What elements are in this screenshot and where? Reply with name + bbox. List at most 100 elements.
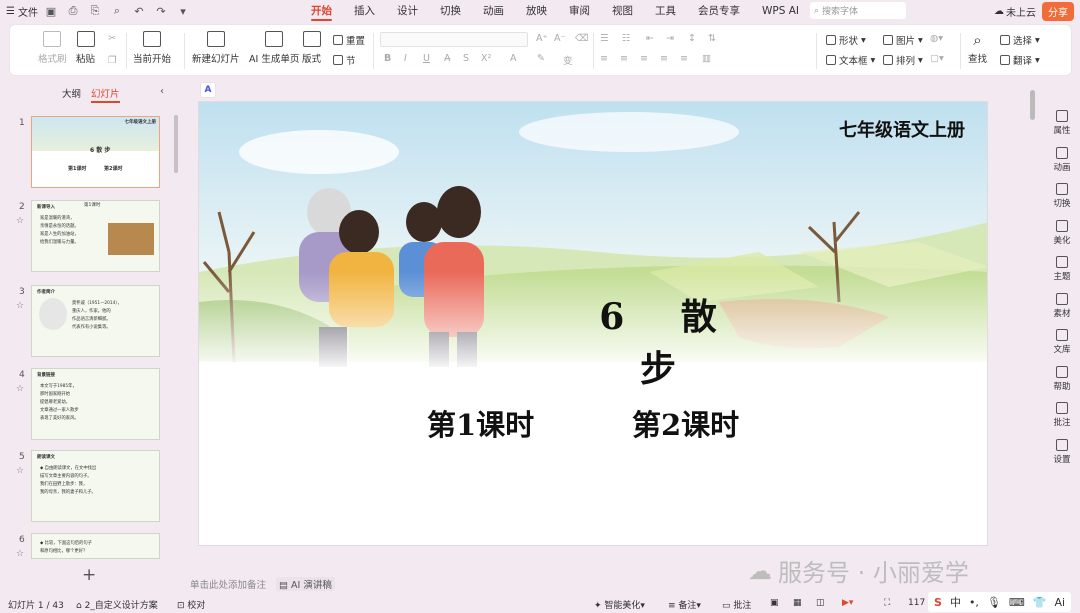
- rightbar-item-1[interactable]: 动画: [1044, 146, 1080, 173]
- copy-icon[interactable]: ❐: [108, 55, 117, 66]
- section-button[interactable]: 节: [333, 53, 356, 67]
- align-left-icon[interactable]: ≡: [600, 53, 608, 64]
- distribute-icon[interactable]: ≡: [680, 53, 688, 64]
- font-search-input[interactable]: ⌕ 搜索字体: [810, 2, 906, 19]
- find-button[interactable]: ⌕ 查找: [968, 31, 987, 65]
- microphone-icon[interactable]: 🎙: [987, 596, 1001, 609]
- shadow-icon[interactable]: S: [463, 53, 469, 64]
- ai-speech-button[interactable]: ▤ AI 演讲稿: [276, 577, 335, 591]
- shape-button[interactable]: 形状 ▾: [826, 33, 866, 47]
- rightbar-item-6[interactable]: 文库: [1044, 329, 1080, 355]
- text-direction-icon[interactable]: ⇅: [708, 33, 716, 44]
- fill-icon[interactable]: ◍▾: [930, 33, 943, 44]
- undo-icon[interactable]: ↶: [130, 2, 148, 20]
- font-color-icon[interactable]: A: [510, 53, 517, 64]
- redo-icon[interactable]: ↷: [152, 2, 170, 20]
- slide-thumbnail[interactable]: 朗读课文 ◆ 自由朗读课文，在文中找出 描写文章主要内容的句子。 我们在田野上散步：我…: [31, 450, 160, 522]
- quick-access-more-icon[interactable]: ▾: [174, 2, 192, 20]
- bold-icon[interactable]: B: [384, 53, 391, 64]
- smart-beautify-button[interactable]: ✦ 智能美化▾: [594, 598, 645, 611]
- print-preview-icon[interactable]: ⌕: [108, 2, 126, 20]
- rightbar-item-5[interactable]: 素材: [1044, 292, 1080, 319]
- slideshow-play-icon[interactable]: ▶▾: [842, 598, 853, 608]
- start-from-current-button[interactable]: 当前开始: [133, 31, 171, 65]
- canvas-scrollbar[interactable]: [1030, 90, 1035, 120]
- align-center-icon[interactable]: ≡: [620, 53, 628, 64]
- numbered-list-icon[interactable]: ☷: [622, 33, 631, 44]
- outline-icon[interactable]: ▢▾: [930, 53, 944, 64]
- ime-ai-icon[interactable]: Ai: [1055, 596, 1066, 609]
- rightbar-item-2[interactable]: 切换: [1044, 183, 1080, 209]
- align-right-icon[interactable]: ≡: [640, 53, 648, 64]
- clear-format-icon[interactable]: ⌫: [575, 33, 588, 44]
- increase-indent-icon[interactable]: ⇥: [666, 33, 674, 44]
- line-spacing-icon[interactable]: ↕: [688, 33, 696, 44]
- decrease-font-icon[interactable]: A⁻: [554, 33, 566, 44]
- bullet-list-icon[interactable]: ☰: [600, 33, 609, 44]
- font-family-select[interactable]: [380, 32, 528, 47]
- tab-2[interactable]: 设计: [386, 0, 429, 22]
- lesson-2-link[interactable]: 第2课时: [632, 402, 739, 444]
- select-button[interactable]: 选择 ▾: [1000, 33, 1040, 47]
- phonetic-icon[interactable]: 变: [563, 53, 573, 67]
- format-painter-button[interactable]: 格式刷: [38, 31, 67, 65]
- slide-sorter-icon[interactable]: ▦: [793, 598, 802, 608]
- keyboard-icon[interactable]: ⌨: [1009, 596, 1025, 609]
- tab-outline[interactable]: 大纲: [62, 86, 81, 103]
- collapse-panel-icon[interactable]: ‹: [160, 86, 164, 97]
- cut-icon[interactable]: ✂: [108, 33, 116, 44]
- reset-button[interactable]: 重置: [333, 33, 365, 47]
- tab-7[interactable]: 视图: [601, 0, 644, 22]
- print-icon[interactable]: ⎘: [86, 2, 104, 20]
- add-slide-button[interactable]: +: [82, 565, 96, 585]
- reading-view-icon[interactable]: ◫: [816, 598, 825, 608]
- strikethrough-icon[interactable]: A̶: [444, 53, 451, 64]
- slide-thumbnail[interactable]: 作者简介 莫怀戚（1951—2014）， 重庆人，作家。他的 作品语言清新细腻。 代表作…: [31, 285, 160, 357]
- rightbar-item-9[interactable]: 设置: [1044, 438, 1080, 465]
- text-highlight-icon[interactable]: ✎: [537, 53, 545, 64]
- picture-button[interactable]: 图片 ▾: [883, 33, 923, 47]
- fit-window-icon[interactable]: ⛶: [884, 598, 890, 608]
- tab-3[interactable]: 切换: [429, 0, 472, 22]
- rightbar-item-7[interactable]: 帮助: [1044, 365, 1080, 392]
- file-menu-button[interactable]: ☰ 文件: [6, 4, 38, 19]
- translate-button[interactable]: 翻译 ▾: [1000, 53, 1040, 67]
- new-slide-button[interactable]: 新建幻灯片: [192, 31, 240, 65]
- cloud-status-button[interactable]: ☁ 未上云: [994, 4, 1036, 19]
- tab-5[interactable]: 放映: [515, 0, 558, 22]
- share-button[interactable]: 分享: [1042, 2, 1074, 21]
- tab-0[interactable]: 开始: [300, 0, 343, 22]
- tab-1[interactable]: 插入: [343, 0, 386, 22]
- skin-icon[interactable]: 👕: [1033, 596, 1047, 609]
- panel-scrollbar[interactable]: [174, 115, 178, 173]
- tab-4[interactable]: 动画: [472, 0, 515, 22]
- comments-toggle-button[interactable]: ▭ 批注: [722, 598, 751, 611]
- slide-thumbnail[interactable]: 新课导入 第1课时 家是温暖的港湾， 亲情是永恒的话题。 家是人生的加油站， 给我们温暖与…: [31, 200, 160, 272]
- columns-icon[interactable]: ▥: [702, 53, 711, 64]
- rightbar-item-8[interactable]: 批注: [1044, 402, 1080, 428]
- slide-thumbnail[interactable]: 七年级语文上册 6 散 步第1课时 第2课时: [31, 116, 160, 188]
- tab-6[interactable]: 审阅: [558, 0, 601, 22]
- arrange-button[interactable]: 排列 ▾: [883, 53, 923, 67]
- ime-language[interactable]: 中: [950, 594, 961, 610]
- slide-thumbnail[interactable]: ◆ 比较，下面这句后的句子 和原句相比，哪个更好？: [31, 533, 160, 559]
- theme-name[interactable]: ⌂ 2_自定义设计方案: [76, 598, 158, 611]
- italic-icon[interactable]: I: [404, 53, 407, 64]
- normal-view-icon[interactable]: ▣: [770, 598, 779, 608]
- textbox-button[interactable]: 文本框 ▾: [826, 53, 875, 67]
- rightbar-item-4[interactable]: 主题: [1044, 256, 1080, 282]
- justify-icon[interactable]: ≡: [660, 53, 668, 64]
- slide-canvas[interactable]: 七年级语文上册 6 散 步 第1课时 第2课时: [198, 101, 988, 546]
- underline-icon[interactable]: U: [423, 53, 430, 64]
- rightbar-item-0[interactable]: 属性: [1044, 110, 1080, 136]
- sogou-logo-icon[interactable]: S: [934, 596, 942, 609]
- ai-assistant-icon[interactable]: A: [200, 82, 216, 98]
- paste-button[interactable]: 粘贴: [76, 31, 95, 65]
- slide-thumbnail[interactable]: 背景链接 本文写于1985年， 那时国家刚开始 提倡尊老爱幼， 文章通过一家人散步 表现了…: [31, 368, 160, 440]
- lesson-1-link[interactable]: 第1课时: [427, 402, 534, 444]
- superscript-icon[interactable]: X²: [481, 53, 491, 64]
- tab-10[interactable]: WPS AI: [751, 0, 810, 22]
- ai-generate-slide-button[interactable]: AI 生成单页: [249, 31, 299, 65]
- proofread-button[interactable]: ⊡ 校对: [177, 598, 205, 611]
- increase-font-icon[interactable]: A⁺: [536, 33, 548, 44]
